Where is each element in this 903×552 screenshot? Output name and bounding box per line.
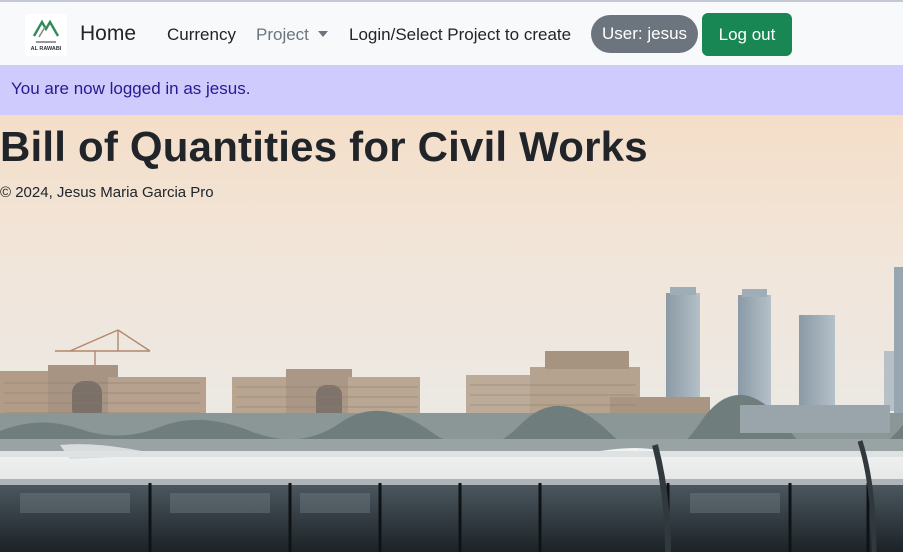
nav-link-currency[interactable]: Currency (167, 25, 236, 45)
city-skyline-background-image (0, 115, 903, 552)
home-brand-link[interactable]: Home (80, 22, 136, 46)
hero-section: Bill of Quantities for Civil Works © 202… (0, 115, 903, 552)
nav-dropdown-project[interactable]: Project (256, 25, 328, 45)
al-rawabi-logo-icon: AL RAWABI (31, 19, 62, 52)
logo-wordmark: AL RAWABI (31, 46, 62, 52)
login-alert-message: You are now logged in as jesus. (11, 79, 251, 98)
nav-link-login-select-project[interactable]: Login/Select Project to create (349, 25, 571, 45)
caret-down-icon (317, 31, 328, 37)
copyright-text: © 2024, Jesus Maria Garcia Pro (0, 184, 214, 201)
brand-logo[interactable]: AL RAWABI (25, 14, 67, 56)
navbar: AL RAWABI Home Currency Project Login/Se… (0, 0, 903, 65)
logout-button[interactable]: Log out (702, 13, 792, 56)
page-title: Bill of Quantities for Civil Works (0, 123, 648, 170)
login-alert: You are now logged in as jesus. (0, 65, 903, 115)
user-badge: User: jesus (591, 15, 699, 53)
nav-dropdown-project-label: Project (256, 25, 309, 44)
